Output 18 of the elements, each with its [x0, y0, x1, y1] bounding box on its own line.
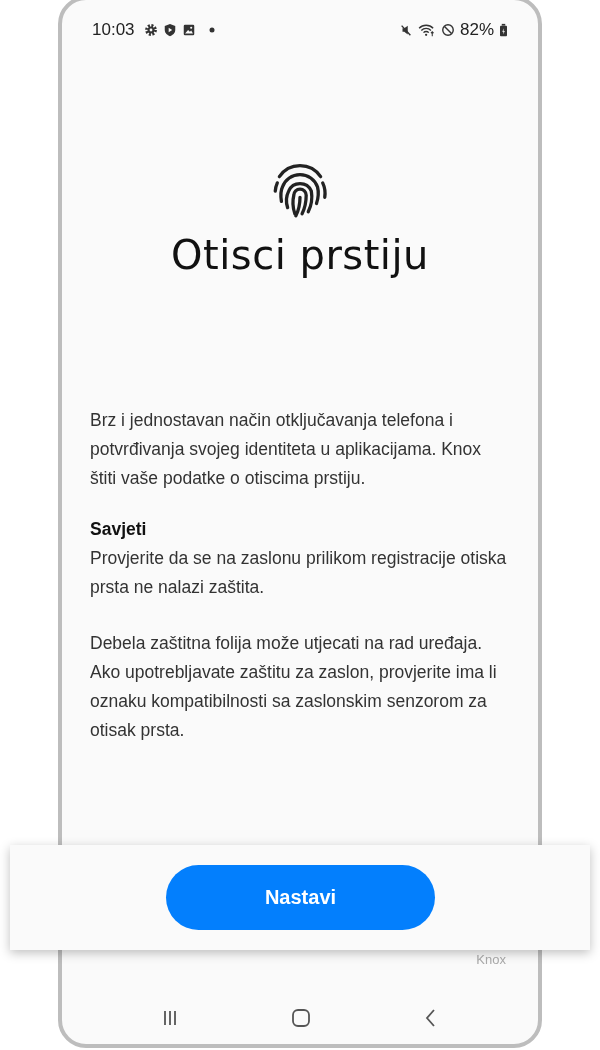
- tip-text: Provjerite da se na zaslonu prilikom registracije otiska prsta ne nalazi zaštita.: [90, 547, 508, 599]
- blocked-icon: [440, 23, 455, 37]
- shield-icon: [162, 23, 177, 37]
- gear-icon: [143, 23, 158, 37]
- mute-icon: [398, 23, 413, 37]
- intro-text: Brz i jednostavan način otključavanja telefona i potvrđivanja svojeg identiteta u aplikacijama. Knox štiti vaše podatke o otiscima prstiju.: [90, 409, 483, 490]
- battery-percentage: 82%: [459, 20, 494, 40]
- continue-button[interactable]: Nastavi: [166, 865, 435, 930]
- image-icon: [181, 23, 196, 37]
- tip-text: Debela zaštitna folija može utjecati na rad uređaja. Ako upotrebljavate zaštitu za zaslon, provjerite ima li oznaku kompatibilnosti sa zaslonskim senzorom za otisak prsta.: [90, 632, 498, 742]
- knox-label: Knox: [476, 952, 506, 967]
- notification-dot-icon: [208, 27, 215, 33]
- tips-heading: Savjeti: [90, 518, 148, 541]
- battery-icon: [499, 23, 508, 37]
- page-title: Otisci prstiju: [171, 232, 429, 278]
- home-icon[interactable]: [290, 1008, 311, 1028]
- status-time: 10:03: [92, 20, 135, 40]
- wifi-icon: [417, 23, 436, 37]
